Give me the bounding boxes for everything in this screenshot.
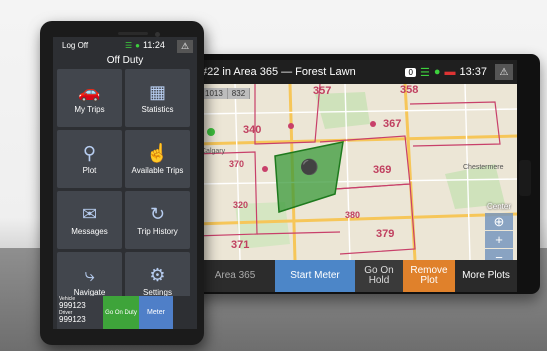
trip-history-tile[interactable]: ↻ Trip History [125,191,190,249]
tile-label: Available Trips [131,165,184,175]
phone-bottom-bar: Vehicle 999123 Driver 999123 Go On Duty … [57,296,193,329]
tablet-action-bar: Area 365 Start Meter Go On Hold Remove P… [195,260,517,292]
tablet-title: #22 in Area 365 — Forest Lawn [201,66,356,78]
duty-status: Off Duty [106,55,144,66]
gps-pin-icon: ● [135,40,141,50]
taxi-car-icon: ⚫ [300,159,319,176]
gear-icon: ⚙ [149,264,166,285]
zoom-out-button[interactable]: − [485,249,513,260]
map-controls: Center ⊕ + − [485,202,513,260]
map-pin-icon: ⚲ [82,142,97,163]
bottom-bar-filler [173,296,193,329]
tile-label: Plot [82,165,97,175]
my-trips-tile[interactable]: 🚗 My Trips [57,69,122,127]
wifi-icon: ☰ [125,40,133,50]
zone-label: 357 [313,85,332,97]
place-label: Calgary [201,148,226,155]
tile-label: Messages [71,226,108,236]
remove-plot-button[interactable]: Remove Plot [403,260,455,292]
tile-label: My Trips [74,104,105,114]
tablet-status-bar: 0 ☰ ● ▬ 13:37 ⚠ [405,64,517,80]
phone-speaker [118,32,148,35]
zoom-in-button[interactable]: + [485,231,513,248]
zone-label: 371 [231,239,250,251]
zone-label: 340 [243,124,262,136]
map-canvas [195,84,517,260]
go-on-duty-button[interactable]: Go On Duty [103,296,139,329]
start-meter-button[interactable]: Start Meter [275,260,355,292]
phone-status-bar: ☰ ● 11:24 [125,40,165,50]
car-icon: 🚗 [78,81,101,102]
driver-number: 999123 [59,314,86,324]
history-icon: ↻ [149,203,166,224]
mini-tab[interactable]: 832 [227,88,251,99]
tile-label: Trip History [137,226,178,236]
zone-label: 380 [345,210,361,220]
zone-label: 358 [400,84,419,96]
phone-menu-grid: 🚗 My Trips ▦ Statistics ⚲ Plot ☝ Availab… [57,69,193,310]
tile-label: Statistics [141,104,174,114]
warning-icon[interactable]: ⚠ [177,40,193,53]
route-icon: ⤷ [84,264,95,285]
envelope-icon: ✉ [81,203,98,224]
phone-header: Log Off ☰ ● 11:24 ⚠ Off Duty [53,37,197,69]
wifi-icon: ☰ [419,66,430,79]
plot-tile[interactable]: ⚲ Plot [57,130,122,188]
center-label: Center [486,202,511,211]
tablet-mount-knob [519,160,531,196]
area-button[interactable]: Area 365 [195,260,275,292]
zone-label: 379 [376,228,395,240]
mini-tab[interactable]: 1013 [201,88,228,99]
tablet-header: #22 in Area 365 — Forest Lawn 0 ☰ ● ▬ 13… [195,60,517,84]
map-view[interactable]: 1013 832 357 358 340 367 369 370 379 371… [195,84,517,260]
gps-pin-icon: ● [433,66,441,78]
statistics-tile[interactable]: ▦ Statistics [125,69,190,127]
phone-clock: 11:24 [143,40,165,50]
hand-pointer-icon: ☝ [146,142,169,163]
zone-label: 367 [383,118,402,130]
messages-tile[interactable]: ✉ Messages [57,191,122,249]
more-plots-button[interactable]: More Plots [455,260,517,292]
warning-icon[interactable]: ⚠ [495,64,513,80]
zone-label: 370 [229,159,245,169]
phone-screen: Log Off ☰ ● 11:24 ⚠ Off Duty 🚗 My Trips … [53,37,197,329]
go-on-hold-button[interactable]: Go On Hold [355,260,403,292]
map-mini-tabs: 1013 832 [201,88,251,99]
vehicle-driver-ids: Vehicle 999123 Driver 999123 [57,296,103,329]
zone-label: 320 [233,200,249,210]
log-off-button[interactable]: Log Off [62,41,88,50]
available-trips-tile[interactable]: ☝ Available Trips [125,130,190,188]
center-crosshair-icon[interactable]: ⊕ [485,213,513,230]
bar-chart-icon: ▦ [148,81,166,102]
zone-label: 369 [373,164,392,176]
meter-button[interactable]: Meter [139,296,173,329]
tablet-screen: #22 in Area 365 — Forest Lawn 0 ☰ ● ▬ 13… [195,60,517,292]
notification-badge: 0 [405,67,416,77]
tablet-clock: 13:37 [459,66,487,78]
place-label: Chestermere [463,164,504,171]
battery-icon: ▬ [444,66,456,78]
